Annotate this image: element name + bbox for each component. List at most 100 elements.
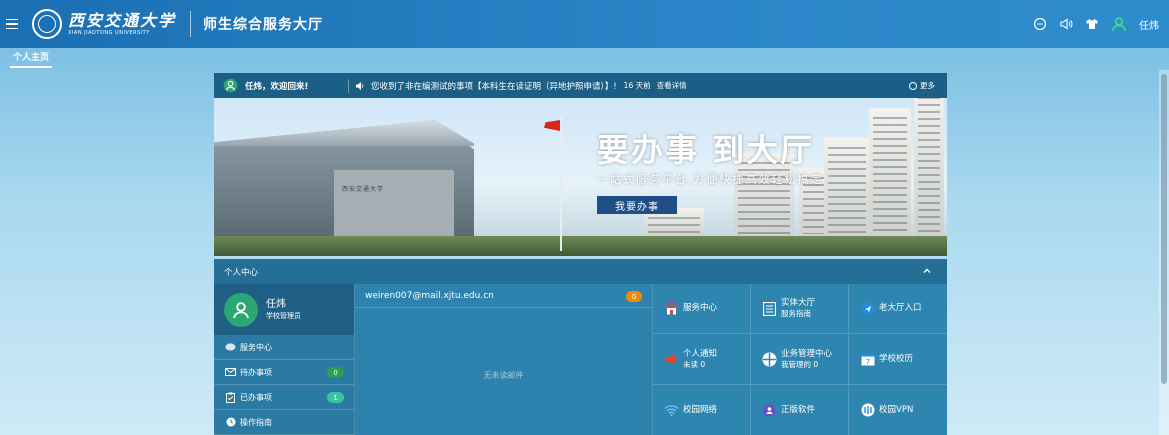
tile-label: 业务管理中心 [781,348,833,359]
done-count-badge: 1 [327,392,344,403]
tile-label: 个人通知 [683,348,718,359]
notice-separator [348,78,349,93]
sidebar-item-label: 待办事项 [240,367,272,377]
avatar [224,292,258,327]
tile-service-center[interactable]: 服务中心 [653,284,751,334]
tile-label: 正版软件 [781,404,816,415]
tile-label: 校园VPN [879,404,914,415]
volume-icon[interactable] [1059,17,1073,31]
sidebar-item-service-center[interactable]: 服务中心 [214,335,354,360]
shirt-icon[interactable] [1085,17,1099,31]
sidebar-item-label: 已办事项 [240,392,272,402]
tile-sublabel: 我管理的 0 [781,359,819,369]
sidebar-item-guide[interactable]: 操作指南 [214,410,354,435]
logo-english-name: XIAN JIAOTONG UNIVERSITY [68,29,150,36]
quick-links-grid: 服务中心 实体大厅 服务指南 老大厅入口 个人通知 未读 0 业务管理中心 我管理的 … [653,284,947,435]
vpn-icon [860,403,875,418]
wifi-icon [664,403,679,418]
chat-icon[interactable] [1033,17,1047,31]
sidebar-item-label: 操作指南 [240,417,272,427]
tile-licensed-software[interactable]: 正版软件 [751,385,849,435]
banner-building-roof [214,120,474,146]
collapse-chevron-icon[interactable] [921,265,933,277]
red-flag [544,120,560,131]
tile-school-calendar[interactable]: 7 学校校历 [849,334,947,385]
user-sidebar: 任炜 学校管理员 服务中心 待办事项 0 已办事项 1 操作指南 [214,284,355,435]
tile-personal-notice[interactable]: 个人通知 未读 0 [653,334,751,385]
tab-personal-home[interactable]: 个人主页 [10,50,53,68]
top-header: 西安交通大学 XIAN JIAOTONG UNIVERSITY 师生综合服务大厅… [0,0,1169,48]
sidebar-item-label: 服务中心 [240,342,272,352]
user-avatar-icon[interactable] [1111,16,1127,32]
more-label[interactable]: 更多 [920,80,935,91]
hamburger-menu-icon[interactable] [0,0,24,48]
user-name: 任炜 [266,299,286,310]
personal-center-content: 任炜 学校管理员 服务中心 待办事项 0 已办事项 1 操作指南 weiren0… [214,284,947,435]
tab-bar: 个人主页 [0,48,1169,70]
clock-icon [225,417,236,427]
mail-icon [225,367,236,377]
personal-center-header: 个人中心 [214,259,947,284]
tile-label: 老大厅入口 [879,303,922,313]
university-logo[interactable]: 西安交通大学 XIAN JIAOTONG UNIVERSITY [32,0,176,48]
tile-campus-vpn[interactable]: 校园VPN [849,385,947,435]
mail-address[interactable]: weiren007@mail.xjtu.edu.cn [365,291,494,301]
banner-trees [214,236,947,256]
hero-banner: 西安交通大学 要办事 到大厅 一站式服务平台,方便快捷高效轻松搞定 我要办事 [214,98,947,256]
clipboard-icon [225,392,236,403]
header-username[interactable]: 任炜 [1139,17,1159,32]
clock-icon [909,81,917,90]
user-circle-icon [762,403,777,418]
building-icon [762,301,777,316]
grid-icon [762,352,777,367]
notice-days: 16 天前 [623,81,651,90]
tile-physical-hall[interactable]: 实体大厅 服务指南 [751,284,849,334]
do-business-button[interactable]: 我要办事 [597,196,677,214]
banner-tower [824,138,870,238]
send-icon [860,301,875,316]
tile-label: 学校校历 [879,353,914,364]
banner-slogan: 要办事 到大厅 [597,131,815,169]
tile-label: 校园网络 [683,404,718,415]
banner-building-sign: 西安交通大学 [342,186,385,193]
house-icon [664,301,679,316]
mail-panel: weiren007@mail.xjtu.edu.cn 0 无未读邮件 [355,284,653,435]
welcome-text: 任炜，欢迎回来! [245,81,309,92]
tile-label: 服务中心 [683,303,718,313]
user-card[interactable]: 任炜 学校管理员 [214,284,354,335]
calendar-icon: 7 [860,352,875,367]
tile-old-hall[interactable]: 老大厅入口 [849,284,947,334]
pending-count-badge: 0 [327,367,344,378]
notice-detail-link[interactable]: 查看详情 [657,80,687,91]
tile-campus-network[interactable]: 校园网络 [653,385,751,435]
tile-label: 实体大厅 [781,298,816,308]
sidebar-item-pending[interactable]: 待办事项 0 [214,360,354,385]
more-link[interactable]: 更多 [909,73,935,98]
chat-bubble-icon [225,342,236,352]
banner-tower [914,98,944,238]
speaker-icon [356,81,364,90]
header-divider [190,11,192,37]
tile-sublabel: 未读 0 [683,359,706,369]
banner-subslogan: 一站式服务平台,方便快捷高效轻松搞定 [597,173,824,186]
empty-mail-message: 无未读邮件 [483,371,524,380]
mail-count-badge: 0 [626,291,642,302]
svg-text:7: 7 [865,358,869,366]
university-seal-icon [32,9,62,39]
section-title: 个人中心 [224,267,259,278]
tile-sublabel: 服务指南 [781,309,811,318]
user-circle-icon [223,78,238,93]
notice-text[interactable]: 您收到了非在编测试的事项【本科生在读证明（异地护照申请）】! [371,80,617,92]
banner-building-front [334,170,454,240]
logo-chinese-name: 西安交通大学 [68,10,177,30]
page-scrollbar-thumb[interactable] [1161,74,1167,384]
sidebar-item-done[interactable]: 已办事项 1 [214,385,354,410]
megaphone-icon [664,352,679,367]
banner-tower [869,108,911,238]
main-panel: 任炜，欢迎回来! 您收到了非在编测试的事项【本科生在读证明（异地护照申请）】! … [214,73,947,435]
notice-bar: 任炜，欢迎回来! 您收到了非在编测试的事项【本科生在读证明（异地护照申请）】! … [214,73,947,98]
app-title: 师生综合服务大厅 [203,17,324,33]
tile-business-management[interactable]: 业务管理中心 我管理的 0 [751,334,849,385]
notice-item[interactable]: 您收到了非在编测试的事项【本科生在读证明（异地护照申请）】! 16 天前 查看详… [355,80,687,92]
mail-account[interactable]: weiren007@mail.xjtu.edu.cn 0 [355,284,652,308]
